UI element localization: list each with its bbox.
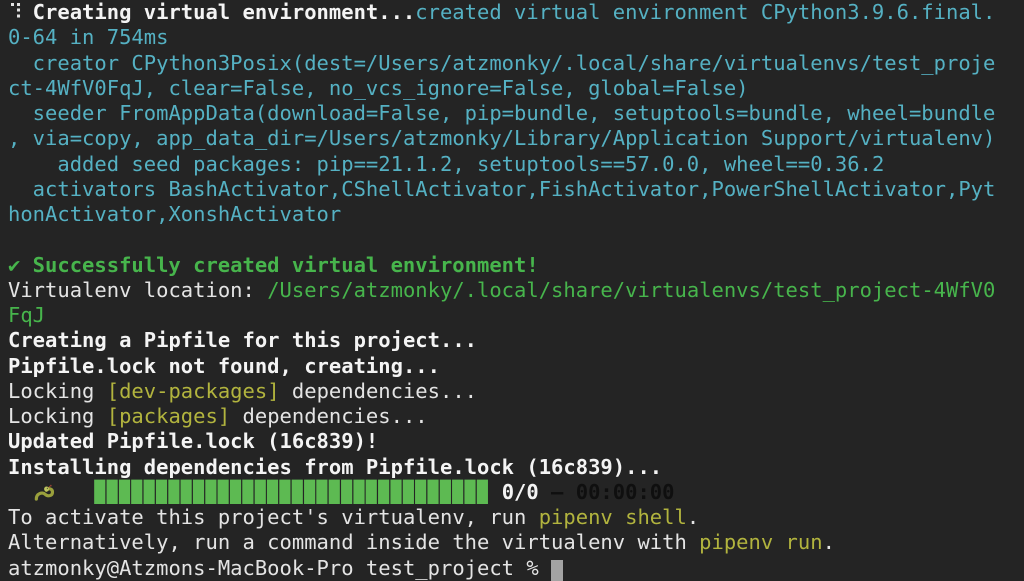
text-segment: dependencies... bbox=[230, 404, 427, 428]
text-segment: Virtualenv location: bbox=[8, 278, 267, 302]
text-segment: FqJ bbox=[8, 303, 45, 327]
text-segment: [dev-packages] bbox=[107, 379, 280, 403]
progress-time: 00:00:00 bbox=[576, 480, 675, 504]
terminal-line-6: , via=copy, app_data_dir=/Users/atzmonky… bbox=[8, 126, 1024, 151]
terminal-line-13: FqJ bbox=[8, 303, 1024, 328]
text-segment: honActivator,XonshActivator bbox=[8, 202, 341, 226]
text-segment: . bbox=[823, 530, 835, 554]
terminal-line-7: added seed packages: pip==21.1.2, setupt… bbox=[8, 152, 1024, 177]
terminal-line-3: creator CPython3Posix(dest=/Users/atzmon… bbox=[8, 51, 1024, 76]
terminal-line-2: 0-64 in 754ms bbox=[8, 25, 1024, 50]
text-segment: creator CPython3Posix(dest=/Users/atzmon… bbox=[8, 51, 995, 75]
text-segment: To activate this project's virtualenv, r… bbox=[8, 505, 539, 529]
checkmark-icon: ✔ bbox=[8, 253, 20, 278]
text-segment: , via=copy, app_data_dir=/Users/atzmonky… bbox=[8, 126, 995, 150]
terminal-line-19: Installing dependencies from Pipfile.loc… bbox=[8, 455, 1024, 480]
terminal-line-15: Pipfile.lock not found, creating... bbox=[8, 354, 1024, 379]
text-segment bbox=[20, 0, 32, 24]
text-segment bbox=[489, 480, 501, 504]
text-segment: Creating virtual environment... bbox=[33, 0, 416, 24]
terminal-line-8: activators BashActivator,CShellActivator… bbox=[8, 177, 1024, 202]
cursor bbox=[551, 560, 563, 581]
text-segment: Successfully created virtual environment… bbox=[20, 253, 538, 277]
text-segment: — bbox=[539, 480, 576, 504]
terminal-line-14: Creating a Pipfile for this project... bbox=[8, 328, 1024, 353]
text-segment: Locking bbox=[8, 404, 107, 428]
text-segment: Updated Pipfile.lock (16c839)! bbox=[8, 429, 378, 453]
terminal-line-11: ✔ Successfully created virtual environme… bbox=[8, 253, 1024, 278]
terminal-line-23: atzmonky@Atzmons-MacBook-Pro test_projec… bbox=[8, 556, 1024, 581]
snake-icon bbox=[33, 482, 58, 504]
shell-prompt: atzmonky@Atzmons-MacBook-Pro test_projec… bbox=[8, 556, 551, 580]
text-segment: [packages] bbox=[107, 404, 230, 428]
text-segment: seeder FromAppData(download=False, pip=b… bbox=[8, 101, 995, 125]
terminal-line-4: ct-4WfV0FqJ, clear=False, no_vcs_ignore=… bbox=[8, 76, 1024, 101]
text-segment: ct-4WfV0FqJ, clear=False, no_vcs_ignore=… bbox=[8, 76, 749, 100]
progress-count: 0/0 bbox=[502, 480, 539, 504]
spinner-icon: ⠹ bbox=[8, 0, 20, 25]
terminal-line-17: Locking [packages] dependencies... bbox=[8, 404, 1024, 429]
terminal-line-1: ⠹ Creating virtual environment...created… bbox=[8, 0, 1024, 25]
text-segment: Alternatively, run a command inside the … bbox=[8, 530, 699, 554]
text-segment: 0-64 in 754ms bbox=[8, 25, 168, 49]
text-segment: Locking bbox=[8, 379, 107, 403]
text-segment: dependencies... bbox=[280, 379, 477, 403]
terminal-line-20: ▉▉▉▉▉▉▉▉▉▉▉▉▉▉▉▉▉▉▉▉▉▉▉▉▉▉▉▉▉▉▉▉ 0/0 — 0… bbox=[8, 480, 1024, 505]
terminal-line-21: To activate this project's virtualenv, r… bbox=[8, 505, 1024, 530]
text-segment bbox=[57, 480, 94, 504]
terminal-screen[interactable]: ⠹ Creating virtual environment...created… bbox=[0, 0, 1024, 581]
terminal-line-16: Locking [dev-packages] dependencies... bbox=[8, 379, 1024, 404]
text-segment: pipenv run bbox=[699, 530, 822, 554]
text-segment: Installing dependencies from Pipfile.loc… bbox=[8, 455, 662, 479]
text-segment: /Users/atzmonky/.local/share/virtualenvs… bbox=[267, 278, 995, 302]
terminal-line-22: Alternatively, run a command inside the … bbox=[8, 530, 1024, 555]
terminal-line-5: seeder FromAppData(download=False, pip=b… bbox=[8, 101, 1024, 126]
progress-bar: ▉▉▉▉▉▉▉▉▉▉▉▉▉▉▉▉▉▉▉▉▉▉▉▉▉▉▉▉▉▉▉▉ bbox=[94, 480, 489, 504]
text-segment: created virtual environment CPython3.9.6… bbox=[415, 0, 995, 24]
terminal-line-12: Virtualenv location: /Users/atzmonky/.lo… bbox=[8, 278, 1024, 303]
text-segment: Pipfile.lock not found, creating... bbox=[8, 354, 440, 378]
terminal-line-10 bbox=[8, 227, 1024, 252]
text-segment: Creating a Pipfile for this project... bbox=[8, 328, 477, 352]
terminal-line-9: honActivator,XonshActivator bbox=[8, 202, 1024, 227]
text-segment: pipenv shell bbox=[539, 505, 687, 529]
text-segment: activators BashActivator,CShellActivator… bbox=[8, 177, 995, 201]
text-segment: added seed packages: pip==21.1.2, setupt… bbox=[8, 152, 884, 176]
text-segment: . bbox=[687, 505, 699, 529]
terminal-line-18: Updated Pipfile.lock (16c839)! bbox=[8, 429, 1024, 454]
text-segment bbox=[8, 480, 33, 504]
